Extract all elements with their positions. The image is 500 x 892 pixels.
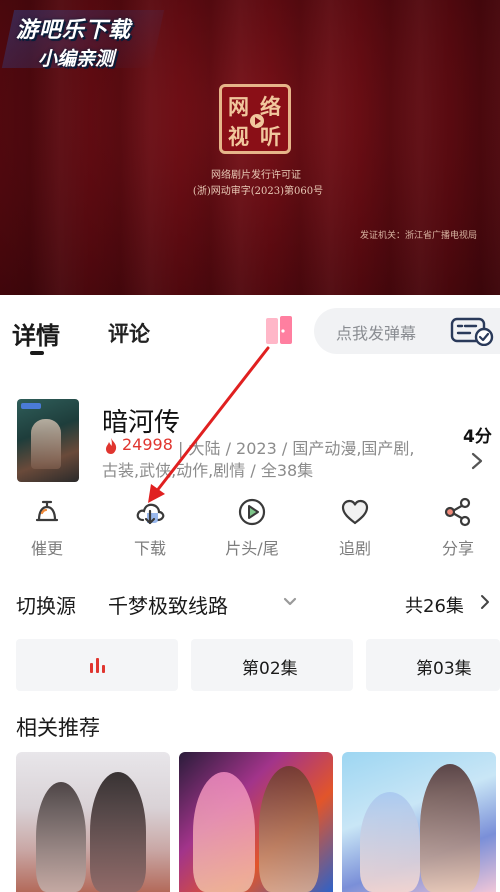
follow-show-button[interactable]: 追剧 bbox=[310, 496, 400, 560]
urge-update-button[interactable]: 催更 bbox=[2, 496, 92, 560]
play-circle-icon bbox=[238, 498, 266, 526]
show-meta-line1: | 大陆 / 2023 / 国产动漫,国产剧, bbox=[178, 439, 415, 458]
action-label-download: 下载 bbox=[133, 539, 166, 558]
seal-play-icon bbox=[250, 114, 264, 128]
seal-char-1: 网 bbox=[228, 94, 249, 119]
seal-char-4: 听 bbox=[260, 124, 281, 149]
episode-label-02[interactable]: 第02集 bbox=[242, 654, 298, 679]
watermark-logo: 游吧乐下载 小编亲测 bbox=[1, 8, 168, 74]
danmaku-placeholder[interactable]: 点我发弹幕 bbox=[336, 320, 416, 344]
network-audiovisual-seal: 网 络 视 听 bbox=[219, 84, 291, 154]
recommend-poster[interactable] bbox=[342, 752, 496, 892]
danmaku-settings-icon[interactable] bbox=[450, 316, 494, 346]
share-button[interactable]: 分享 bbox=[413, 496, 500, 560]
now-playing-bars-icon bbox=[90, 658, 105, 673]
action-label-share: 分享 bbox=[441, 539, 474, 558]
watermark-line2: 小编亲测 bbox=[38, 48, 115, 70]
show-score: 4分 bbox=[463, 427, 492, 447]
show-title: 暗河传 bbox=[102, 408, 181, 438]
video-player[interactable]: 游吧乐下载 小编亲测 网 络 视 听 网络剧片发行许可证 (浙)网动审字(202… bbox=[0, 0, 500, 295]
tab-active-indicator bbox=[30, 351, 44, 355]
seal-char-2: 络 bbox=[260, 94, 281, 119]
recommend-poster[interactable] bbox=[16, 752, 170, 892]
recommend-poster[interactable] bbox=[179, 752, 333, 892]
license-title: 网络剧片发行许可证 bbox=[211, 170, 301, 181]
door-exit-icon[interactable] bbox=[264, 314, 294, 346]
source-label: 切换源 bbox=[16, 594, 76, 618]
action-label-urge: 催更 bbox=[30, 539, 63, 558]
show-poster[interactable] bbox=[17, 399, 79, 482]
episode-total[interactable]: 共26集 bbox=[405, 592, 464, 618]
share-icon bbox=[444, 497, 471, 527]
download-button[interactable]: 下载 bbox=[105, 496, 195, 560]
seal-char-3: 视 bbox=[228, 124, 249, 149]
recommend-title: 相关推荐 bbox=[16, 716, 100, 740]
chevron-down-icon[interactable] bbox=[282, 596, 298, 608]
license-issuer: 发证机关：浙江省广播电视局 bbox=[360, 231, 478, 241]
cloud-download-icon bbox=[136, 503, 165, 525]
tab-comments[interactable]: 评论 bbox=[108, 318, 150, 348]
source-line-name[interactable]: 千梦极致线路 bbox=[108, 590, 228, 619]
chevron-right-icon[interactable] bbox=[470, 451, 484, 471]
action-label-intro-outro: 片头/尾 bbox=[225, 539, 279, 558]
intro-outro-button[interactable]: 片头/尾 bbox=[207, 496, 297, 560]
tab-detail[interactable]: 详情 bbox=[12, 316, 60, 351]
action-label-follow: 追剧 bbox=[338, 539, 371, 558]
watermark-line1: 游吧乐下载 bbox=[16, 18, 132, 43]
episode-label-03[interactable]: 第03集 bbox=[416, 654, 472, 679]
heat-count: 24998 bbox=[122, 435, 173, 454]
show-meta-line2: 古装,武侠,动作,剧情 / 全38集 bbox=[102, 461, 314, 480]
bell-icon bbox=[35, 500, 59, 522]
license-number: (浙)网动审字(2023)第060号 bbox=[192, 186, 324, 197]
heart-icon bbox=[341, 499, 369, 525]
flame-icon bbox=[106, 438, 117, 454]
chevron-right-icon[interactable] bbox=[480, 594, 490, 610]
